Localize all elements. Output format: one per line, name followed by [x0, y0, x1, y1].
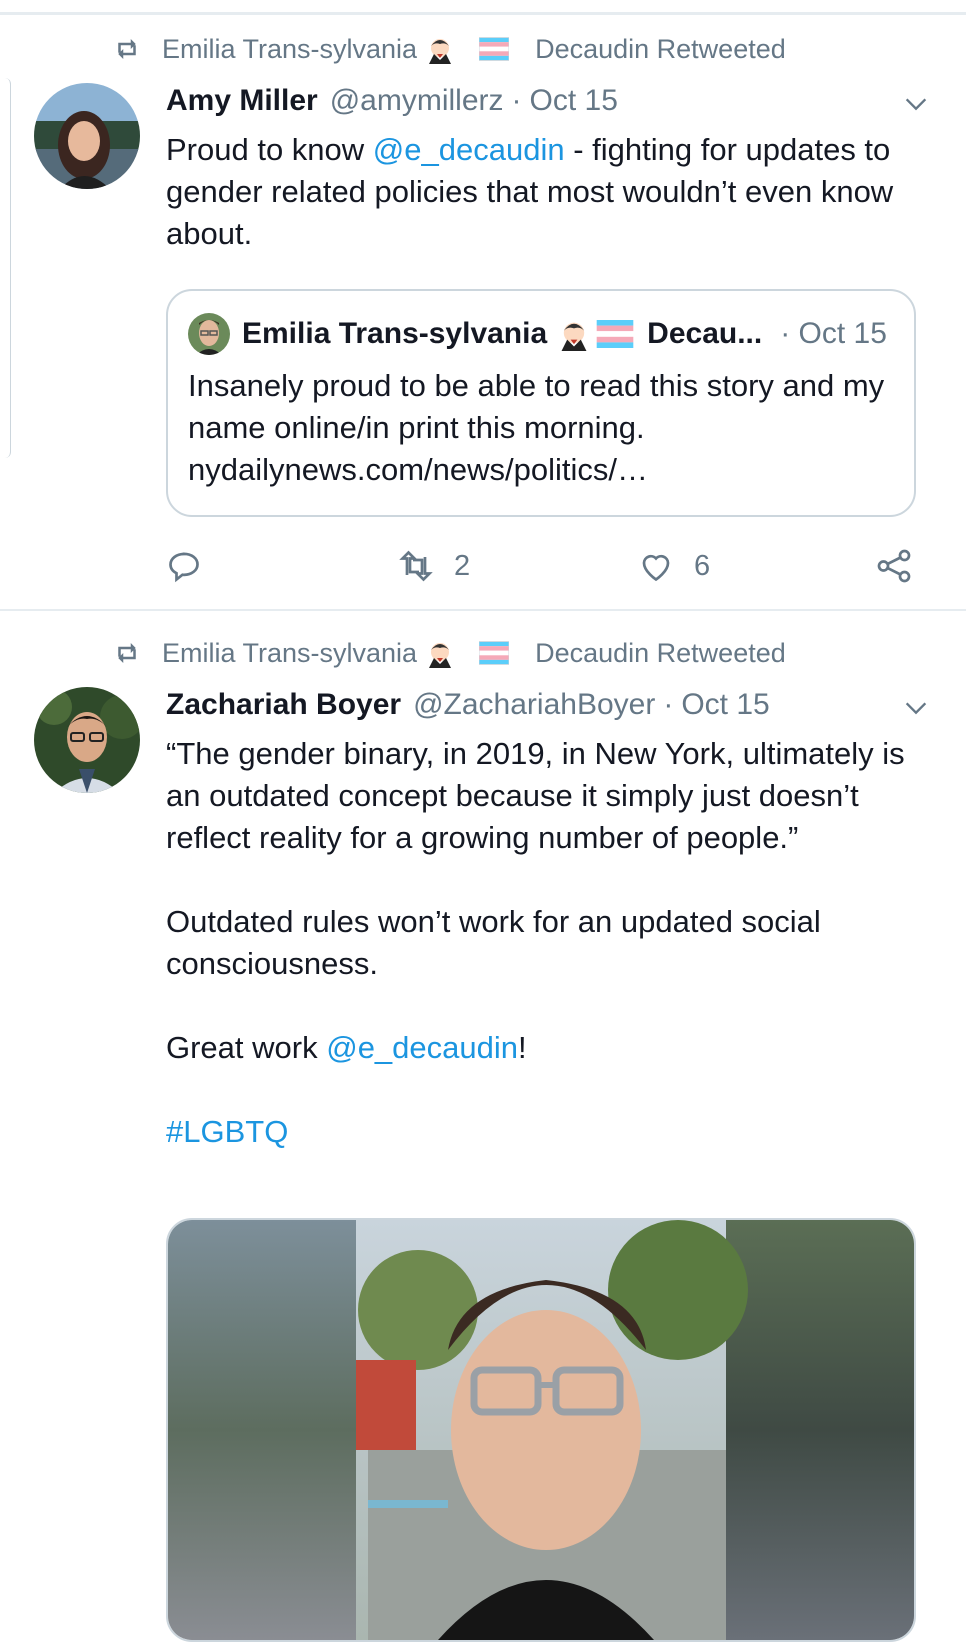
- tweet-header: Amy Miller @amymillerz · Oct 15: [166, 84, 618, 118]
- retweet-count: 2: [454, 549, 471, 582]
- quoted-avatar: [188, 313, 230, 355]
- retweet-context: Emilia Trans-sylvania Decaudin Retweeted: [112, 29, 786, 69]
- quoted-author-name-suffix: Decau...: [647, 317, 763, 350]
- vampire-emoji-icon: [429, 643, 452, 668]
- quoted-author-name: Emilia Trans-sylvania: [242, 317, 548, 350]
- vampire-emoji-icon: [429, 39, 452, 64]
- tweet-text: “The gender binary, in 2019, in New York…: [166, 733, 926, 1153]
- like-icon: [642, 554, 670, 582]
- reply-icon: [169, 552, 199, 583]
- share-icon: [877, 549, 911, 583]
- tweet-header: Zachariah Boyer @ZachariahBoyer · Oct 15: [166, 688, 770, 722]
- side-drawer-edge[interactable]: [0, 78, 11, 458]
- tweet-date[interactable]: Oct 15: [681, 688, 769, 722]
- trans-flag-icon: [479, 37, 510, 61]
- retweet-icon: [118, 643, 136, 663]
- tweet-paragraph: Great work @e_decaudin!: [166, 1030, 527, 1065]
- retweeter-name[interactable]: Emilia Trans-sylvania: [162, 34, 417, 65]
- retweet-button[interactable]: 2: [398, 548, 470, 584]
- top-divider: [0, 12, 966, 15]
- tweet-media-image[interactable]: [166, 1218, 916, 1642]
- retweet-icon: [399, 550, 433, 582]
- trans-flag-icon: [479, 641, 510, 665]
- quoted-text: Insanely proud to be able to read this s…: [188, 368, 885, 487]
- avatar[interactable]: [34, 83, 140, 189]
- like-button[interactable]: 6: [638, 548, 710, 584]
- tweet-date[interactable]: Oct 15: [530, 84, 618, 118]
- tweet-actions: 2 6: [166, 548, 926, 588]
- author-handle[interactable]: @ZachariahBoyer: [413, 688, 655, 722]
- retweet-icon: [118, 39, 136, 59]
- chevron-down-icon[interactable]: [902, 90, 930, 118]
- retweet-suffix: Decaudin Retweeted: [535, 637, 786, 668]
- reply-button[interactable]: [166, 548, 222, 584]
- mention-link[interactable]: @e_decaudin: [326, 1030, 518, 1065]
- tweet-divider: [0, 609, 966, 611]
- trans-flag-icon: [596, 320, 634, 348]
- quoted-tweet-header: Emilia Trans-sylvania Decau... · Oct 15: [188, 313, 887, 355]
- avatar[interactable]: [34, 687, 140, 793]
- tweet-paragraph: Outdated rules won’t work for an updated…: [166, 904, 821, 981]
- chevron-down-icon[interactable]: [902, 694, 930, 722]
- author-handle[interactable]: @amymillerz: [330, 84, 504, 118]
- vampire-emoji-icon: [561, 322, 587, 351]
- retweet-context: Emilia Trans-sylvania Decaudin Retweeted: [112, 633, 786, 673]
- quoted-date: · Oct 15: [780, 317, 887, 350]
- quoted-tweet[interactable]: Emilia Trans-sylvania Decau... · Oct 15 …: [166, 289, 916, 517]
- retweeter-name[interactable]: Emilia Trans-sylvania: [162, 638, 417, 669]
- hashtag-link[interactable]: #LGBTQ: [166, 1111, 926, 1153]
- author-name[interactable]: Zachariah Boyer: [166, 688, 401, 722]
- mention-link[interactable]: @e_decaudin: [373, 132, 565, 167]
- like-count: 6: [694, 549, 711, 582]
- retweet-suffix: Decaudin Retweeted: [535, 33, 786, 64]
- tweet-text: Proud to know @e_decaudin - fighting for…: [166, 132, 894, 251]
- share-button[interactable]: [876, 548, 912, 584]
- author-name[interactable]: Amy Miller: [166, 84, 318, 118]
- tweet-quote-paragraph: “The gender binary, in 2019, in New York…: [166, 736, 905, 855]
